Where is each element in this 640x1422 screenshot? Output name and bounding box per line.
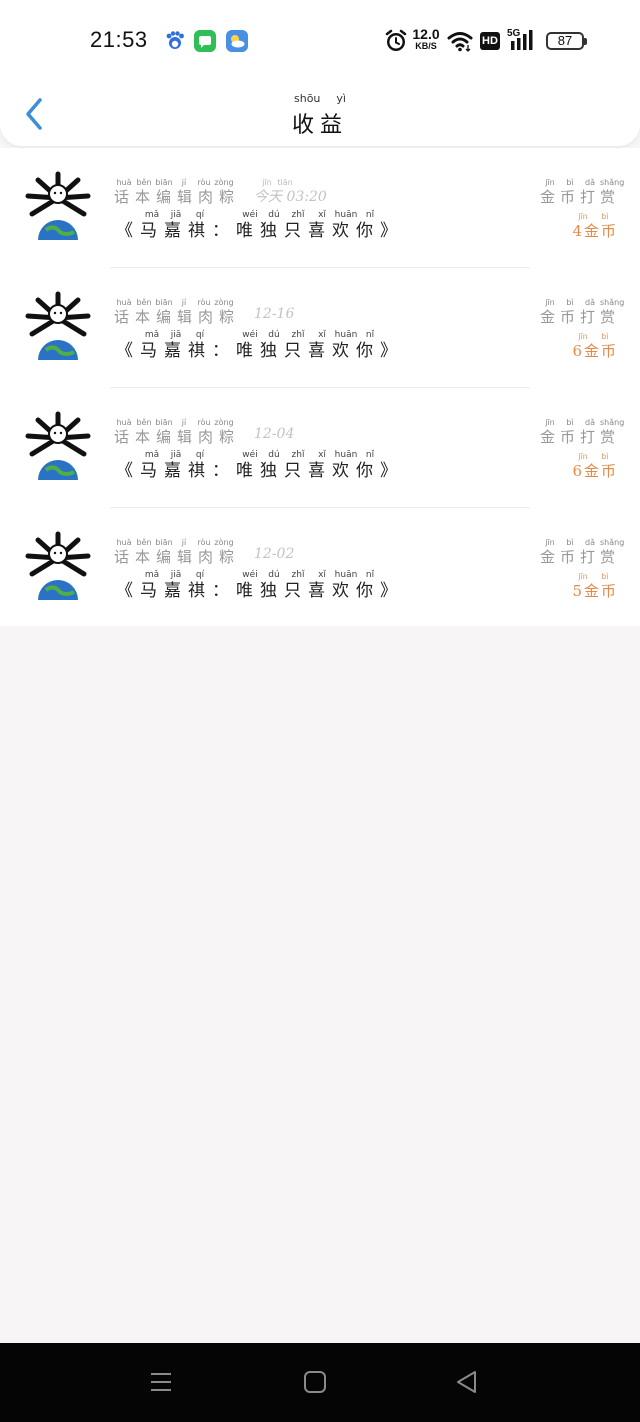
source-name: 话本编辑肉粽 (114, 548, 241, 566)
home-icon[interactable] (302, 1369, 328, 1395)
tip-label: 金币打赏 (539, 428, 620, 446)
avatar (25, 411, 91, 480)
record-date: 今天 03:20 (254, 189, 327, 205)
earnings-list: huà běn biān jí ròu zòng 话本编辑肉粽 jīn tiān 今天 03… (0, 148, 640, 626)
page-header: shōu yì 收益 (0, 80, 640, 146)
source-name: 话本编辑肉粽 (114, 188, 241, 206)
hd-voice-badge: HD (480, 32, 500, 50)
list-item[interactable]: huà běn biān jí ròu zòng 话本编辑肉粽 jīn tiān 今天 03… (0, 148, 640, 268)
back-arrow-icon[interactable] (20, 94, 52, 134)
source-name: 话本编辑肉粽 (114, 428, 241, 446)
network-speed-value: 12.0 (412, 26, 440, 42)
wifi-icon (447, 32, 473, 52)
baidu-app-icon (164, 30, 186, 52)
avatar (25, 291, 91, 360)
list-item[interactable]: huà běn biān jí ròu zòng 话本编辑肉粽 12-02 mǎ jiā qí… (0, 508, 640, 628)
coin-amount: 5金币 (572, 582, 618, 600)
network-speed-unit: KB/S (415, 41, 437, 51)
message-app-icon (194, 30, 216, 52)
avatar (25, 171, 91, 240)
page-title-pinyin: shōu yì (280, 92, 360, 105)
status-bar: 21:53 12.0 KB/S HD 5G 87 (0, 0, 640, 80)
book-title: 《马嘉祺：唯独只喜欢你》 (116, 341, 404, 361)
list-item[interactable]: huà běn biān jí ròu zòng 话本编辑肉粽 12-16 mǎ jiā qí… (0, 268, 640, 388)
page-title: 收益 (291, 113, 348, 138)
tip-label: 金币打赏 (539, 188, 620, 206)
tip-label: 金币打赏 (539, 308, 620, 326)
avatar (25, 531, 91, 600)
coin-amount: 4金币 (572, 222, 618, 240)
system-nav-bar (0, 1343, 640, 1422)
book-title: 《马嘉祺：唯独只喜欢你》 (116, 221, 404, 241)
cellular-signal: 5G (507, 28, 539, 52)
pinyin: shōu (294, 92, 321, 105)
book-title: 《马嘉祺：唯独只喜欢你》 (116, 581, 404, 601)
network-speed: 12.0 KB/S (411, 27, 441, 51)
tip-label: 金币打赏 (539, 548, 620, 566)
coin-amount: 6金币 (572, 462, 618, 480)
list-item[interactable]: huà běn biān jí ròu zòng 话本编辑肉粽 12-04 mǎ jiā qí… (0, 388, 640, 508)
coin-amount: 6金币 (572, 342, 618, 360)
alarm-clock-icon (385, 29, 407, 51)
status-time: 21:53 (90, 27, 148, 52)
record-date: 12-04 (254, 426, 295, 442)
source-name: 话本编辑肉粽 (114, 308, 241, 326)
battery-indicator: 87 (546, 32, 587, 50)
book-title: 《马嘉祺：唯独只喜欢你》 (116, 461, 404, 481)
record-date: 12-16 (254, 306, 295, 322)
back-triangle-icon[interactable] (454, 1369, 480, 1395)
signal-bars-icon (511, 30, 533, 50)
weather-app-icon (226, 30, 248, 52)
record-date: 12-02 (254, 546, 295, 562)
menu-icon[interactable] (148, 1369, 174, 1395)
pinyin: yì (336, 92, 346, 105)
page-title-group: shōu yì 收益 (280, 92, 360, 139)
